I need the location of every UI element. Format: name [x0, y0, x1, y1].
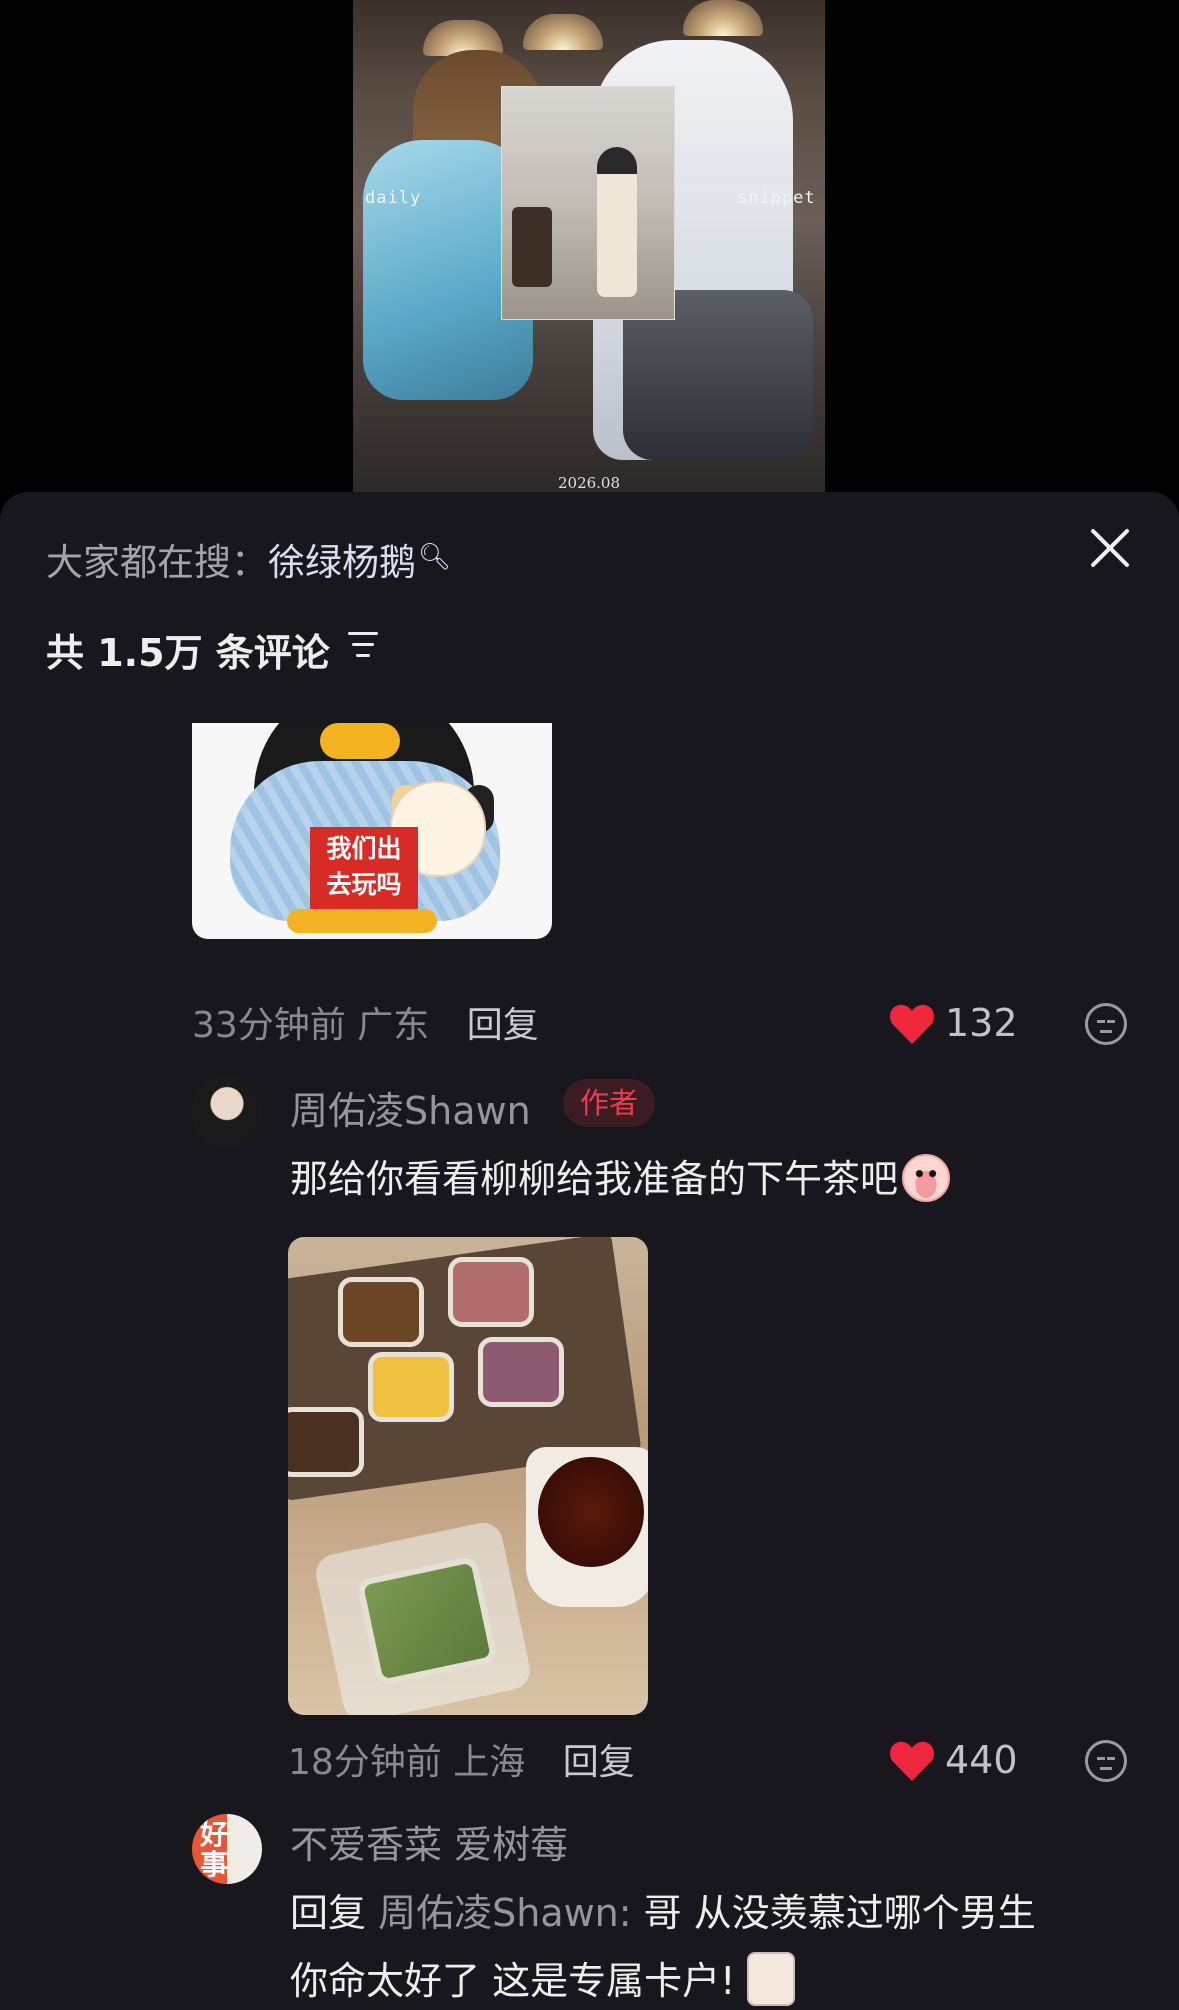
like-count: 132 [945, 1001, 1018, 1045]
comment-photo[interactable] [288, 1237, 648, 1715]
video-overlay-right: snippet [737, 188, 816, 208]
reaction-face-icon[interactable] [1085, 1740, 1127, 1782]
avatar[interactable]: 好事 [192, 1814, 262, 1884]
search-icon: 🔍︎ [418, 542, 452, 572]
comment-author[interactable]: 不爱香菜 爱树莓 [290, 1814, 568, 1869]
comment-author[interactable]: 周佑凌Shawn [290, 1080, 531, 1135]
trending-search[interactable]: 大家都在搜：徐绿杨鹅🔍︎ [46, 532, 451, 586]
heart-icon [890, 1741, 934, 1782]
pendant-lamp [523, 14, 603, 50]
video-player[interactable]: daily snippet 2026.08 [0, 0, 1179, 520]
comment-time: 18分钟前 [288, 1742, 442, 1783]
video-overlay-left: daily [365, 188, 422, 208]
close-icon[interactable] [1086, 524, 1134, 572]
comment-count: 共 1.5万 条评论 [46, 631, 330, 675]
comment-text-line2: 你命太好了 这是专属卡户! [290, 1950, 796, 2006]
comment-text: 那给你看看柳柳给我准备的下午茶吧 [290, 1148, 951, 1203]
comment-location: 上海 [453, 1742, 526, 1783]
comment-text: 回复 周佑凌Shawn: 哥 从没羡慕过哪个男生 [290, 1891, 1036, 1935]
cake [448, 1257, 534, 1327]
cake [288, 1407, 364, 1477]
reply-prefix: 回复 [290, 1891, 367, 1935]
cake [368, 1352, 454, 1422]
trending-search-prefix: 大家都在搜： [46, 541, 268, 584]
reply-target[interactable]: 周佑凌Shawn: [378, 1891, 631, 1935]
cake [338, 1277, 424, 1347]
like-count: 440 [945, 1738, 1018, 1782]
comment-time: 33分钟前 [192, 1005, 346, 1046]
cake [478, 1337, 564, 1407]
sticker-sign: 我们出 去玩吗 [310, 827, 418, 909]
pig-emoji-icon [902, 1154, 951, 1202]
video-frame[interactable]: daily snippet 2026.08 [353, 0, 825, 492]
reply-button[interactable]: 回复 [563, 1742, 635, 1783]
author-badge: 作者 [563, 1079, 655, 1127]
sort-icon[interactable] [348, 630, 380, 660]
video-inset-photo [501, 86, 675, 320]
heart-icon [890, 1004, 934, 1045]
comment-meta: 33分钟前 广东 回复 [192, 996, 539, 1048]
sticker-emoji-icon [747, 1952, 796, 2006]
reaction-face-icon[interactable] [1085, 1003, 1127, 1045]
avatar[interactable] [192, 1077, 262, 1147]
comment-panel: 大家都在搜：徐绿杨鹅🔍︎ 共 1.5万 条评论 我们出 去玩吗 33分钟前 广东… [0, 492, 1179, 2010]
reply-button[interactable]: 回复 [467, 1005, 539, 1046]
video-date: 2026.08 [557, 474, 621, 492]
comment-sticker-image[interactable]: 我们出 去玩吗 [192, 723, 552, 939]
comment-location: 广东 [357, 1005, 430, 1046]
trending-search-keyword[interactable]: 徐绿杨鹅 [268, 541, 416, 584]
comment-meta: 18分钟前 上海 回复 [288, 1733, 635, 1785]
pendant-lamp [683, 0, 763, 36]
